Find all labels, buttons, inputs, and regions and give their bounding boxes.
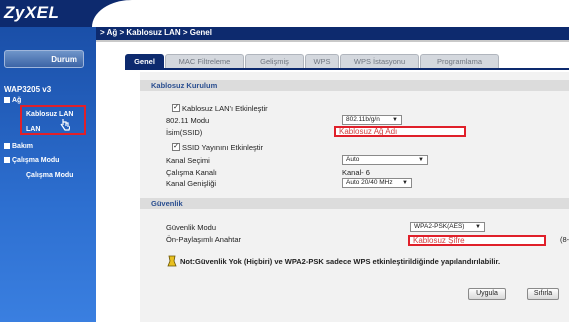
ssid-broadcast-checkbox[interactable]: ✓ (172, 143, 180, 151)
tab-schedule[interactable]: Programlama (420, 54, 499, 68)
channel-width-select[interactable]: Auto 20/40 MHz ▼ (342, 178, 412, 188)
dropdown-arrow-icon: ▼ (475, 224, 481, 230)
security-mode-value: WPA2-PSK(AES) (414, 223, 465, 230)
nav-item-operation-mode-sub[interactable]: Çalışma Modu (26, 172, 73, 179)
psk-input[interactable]: Kablosuz Şifre (408, 235, 546, 246)
reset-button[interactable]: Sıfırla (527, 288, 559, 300)
dropdown-arrow-icon: ▼ (418, 157, 424, 163)
divider (96, 40, 569, 42)
note-icon (167, 255, 177, 267)
tab-advanced[interactable]: Gelişmiş (245, 54, 304, 68)
channel-select[interactable]: Auto ▼ (342, 155, 428, 165)
nav-item-label: Ağ (12, 97, 22, 104)
enable-wlan-checkbox[interactable]: ✓ (172, 104, 180, 112)
expand-icon (4, 143, 10, 150)
channel-width-value: Auto 20/40 MHz (346, 179, 393, 186)
section-security: Güvenlik (140, 198, 569, 209)
operating-channel-label: Çalışma Kanalı (166, 168, 217, 177)
breadcrumb: > Ağ > Kablosuz LAN > Genel (100, 28, 212, 37)
nav-item-maintenance[interactable]: Bakım (4, 143, 33, 150)
top-header: ZyXEL (0, 0, 569, 27)
nav-item-label: Çalışma Modu (26, 172, 74, 179)
mode-select[interactable]: 802.11b/g/n ▼ (342, 115, 402, 125)
tab-mac-filter[interactable]: MAC Filtreleme (165, 54, 244, 68)
tab-wps[interactable]: WPS (305, 54, 339, 68)
apply-button[interactable]: Uygula (468, 288, 506, 300)
section-wireless-setup: Kablosuz Kurulum (140, 80, 569, 91)
channel-select-value: Auto (346, 156, 360, 163)
highlight-box (20, 105, 86, 135)
mode-value: 802.11b/g/n (346, 116, 380, 123)
dropdown-arrow-icon: ▼ (392, 117, 398, 123)
expand-icon (4, 97, 10, 104)
sidebar: Durum WAP3205 v3 Ağ Kablosuz LAN LAN Bak… (0, 27, 96, 322)
security-mode-label: Güvenlik Modu (166, 223, 217, 232)
ssid-broadcast-label: SSID Yayınını Etkinleştir (182, 143, 264, 152)
security-note: Not:Güvenlik Yok (Hiçbiri) ve WPA2-PSK s… (180, 257, 501, 266)
tab-general[interactable]: Genel (125, 54, 164, 68)
nav-item-network[interactable]: Ağ (4, 97, 21, 104)
tab-wps-station[interactable]: WPS İstasyonu (340, 54, 419, 68)
nav-item-operation-mode[interactable]: Çalışma Modu (4, 157, 59, 164)
psk-label: Ön-Paylaşımlı Anahtar (166, 235, 242, 244)
security-mode-select[interactable]: WPA2-PSK(AES) ▼ (410, 222, 485, 232)
device-name: WAP3205 v3 (4, 85, 52, 94)
hand-cursor-icon (60, 119, 70, 131)
tab-underline (125, 68, 569, 70)
nav-item-label: Çalışma Modu (12, 157, 60, 164)
content-panel: Kablosuz Kurulum ✓ Kablosuz LAN'ı Etkinl… (140, 72, 569, 322)
channel-select-label: Kanal Seçimi (166, 156, 210, 165)
mode-label: 802.11 Modu (166, 116, 210, 125)
status-button[interactable]: Durum (4, 50, 84, 68)
expand-icon (4, 157, 10, 164)
ssid-label: İsim(SSID) (166, 128, 203, 137)
psk-hint: (8- (560, 235, 569, 244)
channel-width-label: Kanal Genişliği (166, 179, 217, 188)
dropdown-arrow-icon: ▼ (402, 180, 408, 186)
ssid-input[interactable]: Kablosuz Ağ Adı (334, 126, 466, 137)
operating-channel-value: Kanal- 6 (342, 168, 370, 177)
zyxel-logo: ZyXEL (4, 3, 60, 22)
nav-item-label: Bakım (12, 143, 34, 150)
header-curve (92, 0, 569, 27)
enable-wlan-label: Kablosuz LAN'ı Etkinleştir (182, 104, 268, 113)
